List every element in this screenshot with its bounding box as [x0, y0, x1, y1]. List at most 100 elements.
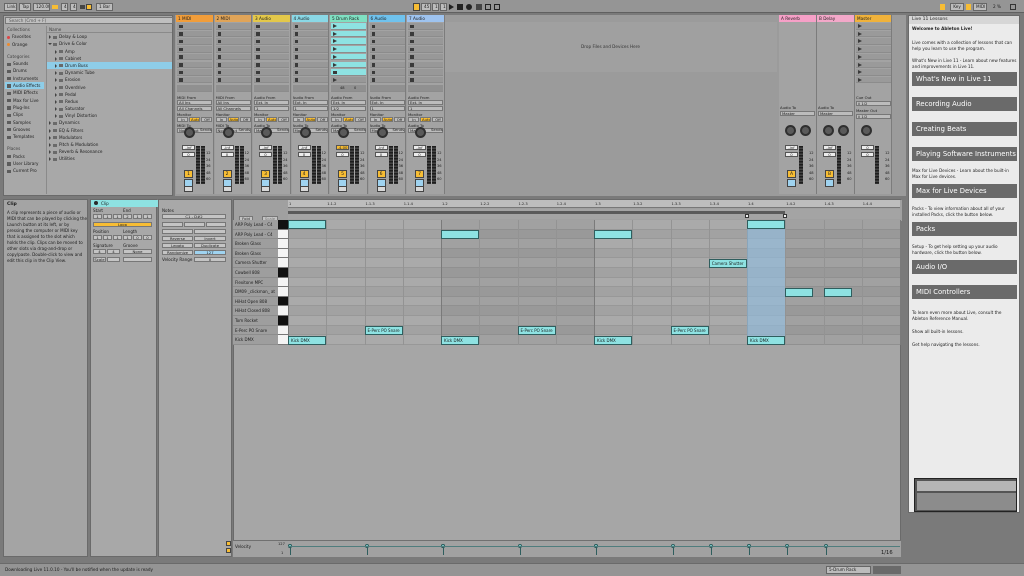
stop-clip-icon[interactable]: [371, 70, 375, 75]
clip-slot[interactable]: [331, 61, 366, 68]
monitor-auto[interactable]: Auto: [266, 117, 277, 122]
drop-zone[interactable]: Drop Files and Devices Here: [444, 22, 777, 72]
play-scene-icon[interactable]: [858, 24, 862, 28]
length-bar[interactable]: 1: [123, 235, 132, 240]
lesson-whats-new-button[interactable]: What's New in Live 11: [912, 72, 1017, 86]
stop-clip-icon[interactable]: [294, 24, 298, 28]
browser-item[interactable]: Pedal: [47, 91, 172, 98]
note-btn-2[interactable]: [184, 222, 205, 227]
clip-slot[interactable]: [215, 46, 251, 53]
note-btn-1[interactable]: [162, 222, 183, 227]
stop-clip-icon[interactable]: [217, 24, 221, 28]
monitor-off[interactable]: Off: [278, 117, 289, 122]
monitor-in[interactable]: In: [215, 117, 227, 122]
clip-slot[interactable]: [215, 76, 251, 84]
clip-slot[interactable]: [177, 61, 212, 68]
browser-item[interactable]: Drum Buss: [47, 61, 172, 70]
clip-slot[interactable]: [331, 53, 366, 61]
lane-label[interactable]: HiHat Closed 808: [233, 306, 278, 316]
piano-key[interactable]: [278, 325, 288, 336]
lane-label[interactable]: Kick DMX: [233, 335, 278, 345]
clip-slot[interactable]: [408, 76, 443, 84]
scene-launch[interactable]: [856, 53, 891, 61]
io-select[interactable]: All Ins: [215, 100, 251, 105]
stop-clip-icon[interactable]: [217, 78, 221, 82]
clip-slot[interactable]: [408, 53, 443, 61]
browser-item[interactable]: Saturator: [47, 105, 172, 112]
send-knob[interactable]: [415, 127, 426, 138]
position-beat[interactable]: 1: [103, 235, 112, 240]
expand-arrow-icon[interactable]: [55, 71, 57, 76]
stop-button[interactable]: [215, 85, 251, 92]
midi-note[interactable]: E-Perc PO Snare: [670, 325, 709, 335]
clip-slot[interactable]: [369, 23, 405, 30]
io-select[interactable]: Ext. In: [292, 100, 328, 105]
stop-button[interactable]: [254, 85, 289, 92]
clip-slot[interactable]: [215, 38, 251, 45]
track-activator[interactable]: 1: [184, 170, 193, 178]
category-clips[interactable]: Clips: [5, 111, 44, 118]
piano-key[interactable]: [278, 316, 288, 326]
track-activator[interactable]: 6: [376, 170, 386, 178]
stop-clip-icon[interactable]: [256, 78, 260, 82]
lane-label[interactable]: Cowbell 808: [233, 268, 278, 278]
piano-key[interactable]: [278, 220, 288, 230]
browser-item[interactable]: Dynamics: [47, 119, 172, 126]
midi-note[interactable]: [288, 220, 327, 230]
stop-clip-icon[interactable]: [179, 39, 183, 44]
midi-note[interactable]: [823, 287, 852, 297]
volume-field[interactable]: -inf: [297, 145, 311, 150]
stop-clip-icon[interactable]: [256, 70, 260, 75]
clip-slot[interactable]: [369, 46, 405, 53]
velocity-range-value[interactable]: 0: [194, 257, 226, 262]
cue-volume-knob[interactable]: [861, 125, 872, 136]
io-select[interactable]: 1: [369, 106, 405, 111]
play-icon[interactable]: [449, 4, 454, 10]
clip-slot[interactable]: [408, 61, 443, 68]
monitor-in[interactable]: In: [331, 117, 342, 122]
expand-arrow-icon[interactable]: [49, 121, 51, 126]
play-clip-icon[interactable]: [333, 77, 337, 82]
stop-button[interactable]: [177, 85, 212, 92]
track-activator[interactable]: 4: [299, 170, 309, 178]
record-icon[interactable]: [466, 4, 472, 10]
lane-label[interactable]: Broken Glass: [233, 248, 278, 259]
clip-slot[interactable]: [177, 23, 212, 30]
category-drums[interactable]: Drums: [5, 67, 44, 74]
stop-clip-icon[interactable]: [294, 70, 298, 75]
category-grooves[interactable]: Grooves: [5, 126, 44, 133]
stop-clip-icon[interactable]: [179, 63, 183, 67]
clip-slot[interactable]: [254, 23, 289, 30]
piano-key[interactable]: [278, 248, 288, 259]
stop-clip-icon[interactable]: [294, 47, 298, 52]
stop-clip-icon[interactable]: [179, 47, 183, 52]
track-title[interactable]: 3 Audio: [253, 15, 290, 22]
loop-brace[interactable]: [288, 211, 786, 214]
category-templates[interactable]: Templates: [5, 133, 44, 140]
io-select[interactable]: 1: [292, 106, 328, 111]
send-knob[interactable]: [785, 125, 796, 136]
play-scene-icon[interactable]: [858, 47, 862, 52]
arm-button[interactable]: [299, 186, 309, 192]
audio-to-select[interactable]: Master: [780, 111, 815, 116]
stop-clip-icon[interactable]: [217, 47, 221, 52]
volume-field[interactable]: -inf: [823, 145, 836, 150]
send-knob[interactable]: [823, 125, 834, 136]
expand-arrow-icon[interactable]: [49, 150, 51, 155]
browser-item[interactable]: Redux: [47, 98, 172, 105]
io-select[interactable]: Ext. In: [369, 100, 405, 105]
length-beat[interactable]: 0: [133, 235, 142, 240]
clip-slot[interactable]: [215, 69, 251, 76]
clip-slot[interactable]: [369, 76, 405, 84]
marker-start-icon[interactable]: [745, 214, 749, 218]
expand-velocity-icon[interactable]: [226, 541, 231, 546]
play-scene-icon[interactable]: [858, 70, 862, 75]
clip-slot[interactable]: [177, 38, 212, 45]
io-select[interactable]: All Channels: [177, 106, 212, 111]
quantize-menu[interactable]: 1 Bar: [96, 3, 113, 11]
volume-field[interactable]: -inf: [413, 145, 426, 150]
lesson-max-for-live-button[interactable]: Max for Live Devices: [912, 184, 1017, 198]
stop-clip-icon[interactable]: [179, 32, 183, 36]
piano-key[interactable]: [278, 306, 288, 316]
pan-field[interactable]: 0: [823, 152, 836, 157]
